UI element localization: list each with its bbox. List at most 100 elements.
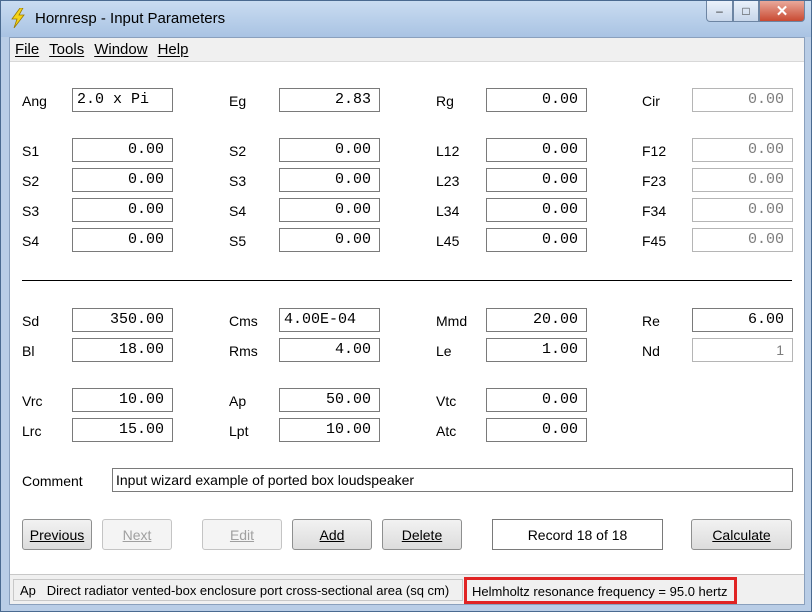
field-s1[interactable]: 0.00 (72, 138, 173, 162)
menu-tools[interactable]: Tools (44, 38, 89, 61)
label-f34: F34 (642, 203, 667, 219)
field-l12[interactable]: 0.00 (486, 138, 587, 162)
minimize-button[interactable]: ‒ (706, 1, 733, 22)
maximize-button[interactable]: □ (733, 1, 759, 22)
label-mmd: Mmd (436, 313, 468, 329)
field-sd[interactable]: 350.00 (72, 308, 173, 332)
label-ap: Ap (229, 393, 247, 409)
field-s2[interactable]: 0.00 (72, 168, 173, 192)
field-s3[interactable]: 0.00 (72, 198, 173, 222)
label-f12: F12 (642, 143, 667, 159)
field-vrc[interactable]: 10.00 (72, 388, 173, 412)
field-re[interactable]: 6.00 (692, 308, 793, 332)
field-rms[interactable]: 4.00 (279, 338, 380, 362)
label-s3-col2: S3 (229, 173, 247, 189)
label-f23: F23 (642, 173, 667, 189)
label-s4-col2: S4 (229, 203, 247, 219)
label-lpt: Lpt (229, 423, 249, 439)
menu-window[interactable]: Window (89, 38, 152, 61)
menu-bar: File Tools Window Help (10, 38, 804, 62)
status-bar: Ap Direct radiator vented-box enclosure … (10, 574, 804, 604)
field-s2-col2[interactable]: 0.00 (279, 138, 380, 162)
label-bl: Bl (22, 343, 35, 359)
label-cir: Cir (642, 93, 660, 109)
field-nd: 1 (692, 338, 793, 362)
label-eg: Eg (229, 93, 247, 109)
title-bar[interactable]: Hornresp - Input Parameters ‒ □ ✕ (1, 1, 811, 37)
field-f23: 0.00 (692, 168, 793, 192)
field-f45: 0.00 (692, 228, 793, 252)
label-nd: Nd (642, 343, 660, 359)
client-area: File Tools Window Help Ang 2.0 x Pi Eg 2… (9, 37, 805, 605)
field-ang[interactable]: 2.0 x Pi (72, 88, 173, 112)
field-s3-col2[interactable]: 0.00 (279, 168, 380, 192)
field-cms[interactable]: 4.00E-04 (279, 308, 380, 332)
label-comment: Comment (22, 473, 83, 489)
next-button-label: Next (122, 526, 152, 543)
section-divider (22, 280, 792, 281)
calculate-button[interactable]: Calculate (691, 519, 792, 550)
field-s4[interactable]: 0.00 (72, 228, 173, 252)
field-lpt[interactable]: 10.00 (279, 418, 380, 442)
label-l34: L34 (436, 203, 460, 219)
menu-file[interactable]: File (10, 38, 44, 61)
field-eg[interactable]: 2.83 (279, 88, 380, 112)
calculate-button-label: Calculate (712, 526, 771, 543)
field-s4-col2[interactable]: 0.00 (279, 198, 380, 222)
window-title: Hornresp - Input Parameters (35, 10, 226, 27)
label-s4: S4 (22, 233, 40, 249)
comment-field[interactable]: Input wizard example of ported box louds… (112, 468, 793, 492)
label-f45: F45 (642, 233, 667, 249)
field-lrc[interactable]: 15.00 (72, 418, 173, 442)
add-button-label: Add (319, 526, 345, 543)
lightning-bolt-icon (11, 8, 25, 28)
field-ap[interactable]: 50.00 (279, 388, 380, 412)
field-cir: 0.00 (692, 88, 793, 112)
label-l12: L12 (436, 143, 460, 159)
label-rg: Rg (436, 93, 454, 109)
field-s5[interactable]: 0.00 (279, 228, 380, 252)
label-sd: Sd (22, 313, 40, 329)
menu-help[interactable]: Help (153, 38, 194, 61)
label-rms: Rms (229, 343, 258, 359)
field-l45[interactable]: 0.00 (486, 228, 587, 252)
field-le[interactable]: 1.00 (486, 338, 587, 362)
field-l34[interactable]: 0.00 (486, 198, 587, 222)
close-button[interactable]: ✕ (759, 1, 805, 22)
label-s3: S3 (22, 203, 40, 219)
edit-button: Edit (202, 519, 282, 550)
label-vrc: Vrc (22, 393, 43, 409)
next-button: Next (102, 519, 172, 550)
field-l23[interactable]: 0.00 (486, 168, 587, 192)
label-vtc: Vtc (436, 393, 457, 409)
label-cms: Cms (229, 313, 258, 329)
label-s5: S5 (229, 233, 247, 249)
field-mmd[interactable]: 20.00 (486, 308, 587, 332)
delete-button-label: Delete (401, 526, 443, 543)
field-f12: 0.00 (692, 138, 793, 162)
field-bl[interactable]: 18.00 (72, 338, 173, 362)
label-s2: S2 (22, 173, 40, 189)
helmholtz-frequency: Helmholtz resonance frequency = 95.0 her… (464, 577, 737, 604)
app-window: Hornresp - Input Parameters ‒ □ ✕ File T… (0, 0, 812, 612)
label-s1: S1 (22, 143, 40, 159)
label-ang: Ang (22, 93, 47, 109)
status-param-description: Direct radiator vented-box enclosure por… (46, 583, 450, 598)
label-s2-col2: S2 (229, 143, 247, 159)
add-button[interactable]: Add (292, 519, 372, 550)
label-lrc: Lrc (22, 423, 42, 439)
label-l45: L45 (436, 233, 460, 249)
field-atc[interactable]: 0.00 (486, 418, 587, 442)
record-indicator: Record 18 of 18 (492, 519, 663, 550)
previous-button-label: Previous (29, 526, 85, 543)
delete-button[interactable]: Delete (382, 519, 462, 550)
label-atc: Atc (436, 423, 457, 439)
label-re: Re (642, 313, 660, 329)
field-f34: 0.00 (692, 198, 793, 222)
previous-button[interactable]: Previous (22, 519, 92, 550)
label-l23: L23 (436, 173, 460, 189)
field-vtc[interactable]: 0.00 (486, 388, 587, 412)
status-param: Ap (20, 583, 36, 598)
label-le: Le (436, 343, 452, 359)
field-rg[interactable]: 0.00 (486, 88, 587, 112)
